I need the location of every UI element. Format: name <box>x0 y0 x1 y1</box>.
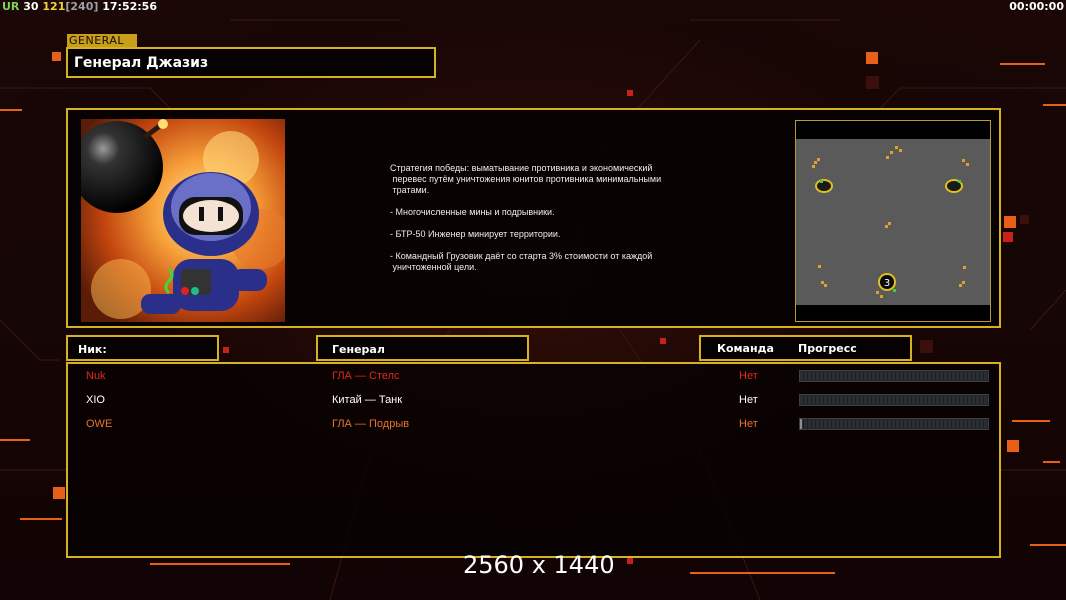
minimap-marker-label: 3 <box>884 278 890 289</box>
hud-value-3: [240] <box>65 0 99 13</box>
players-panel: Nuk ГЛА — Стелс Нет XIO Китай — Танк Нет OWE ГЛ… <box>66 362 1001 558</box>
player-row[interactable]: Nuk ГЛА — Стелс Нет <box>68 366 999 388</box>
header-nick: Ник: <box>66 335 219 361</box>
header-general-label: Генерал <box>332 343 385 356</box>
hud-ur-label: UR <box>2 0 20 13</box>
general-info-panel: Стратегия победы: выматывание противника… <box>66 108 1001 328</box>
header-team-label: Команда <box>717 342 774 355</box>
general-description: Стратегия победы: выматывание противника… <box>390 163 662 272</box>
player-nick: Nuk <box>86 370 106 382</box>
header-progress-label: Прогресс <box>798 342 857 355</box>
player-general: Китай — Танк <box>332 394 403 406</box>
player-progress-bar <box>799 394 989 406</box>
resolution-label: 2560 x 1440 <box>463 551 615 579</box>
player-nick: XIO <box>86 394 105 406</box>
minimap: 3 <box>795 120 991 322</box>
hud-value-2: 121 <box>42 0 66 13</box>
hud-timer: 00:00:00 <box>1009 0 1064 13</box>
player-row[interactable]: OWE ГЛА — Подрыв Нет <box>68 414 999 436</box>
general-portrait <box>81 119 285 322</box>
player-team: Нет <box>739 394 758 406</box>
general-name: Генерал Джазиз <box>74 55 209 71</box>
general-title-box: Генерал Джазиз <box>66 47 436 78</box>
player-team: Нет <box>739 370 758 382</box>
hud-clock: 17:52:56 <box>102 0 157 13</box>
header-nick-label: Ник: <box>78 343 107 356</box>
player-team: Нет <box>739 418 758 430</box>
header-general: Генерал <box>316 335 529 361</box>
player-progress-fill <box>800 419 802 429</box>
player-progress-bar <box>799 370 989 382</box>
player-general: ГЛА — Стелс <box>332 370 400 382</box>
general-tag: GENERAL <box>67 34 137 47</box>
hud-stats: UR 30 121[240] 17:52:56 <box>2 0 157 13</box>
player-nick: OWE <box>86 418 113 430</box>
player-general: ГЛА — Подрыв <box>332 418 410 430</box>
header-team-progress: Команда Прогресс <box>699 335 912 361</box>
hud-value-1: 30 <box>23 0 39 13</box>
player-progress-bar <box>799 418 989 430</box>
player-row[interactable]: XIO Китай — Танк Нет <box>68 390 999 412</box>
